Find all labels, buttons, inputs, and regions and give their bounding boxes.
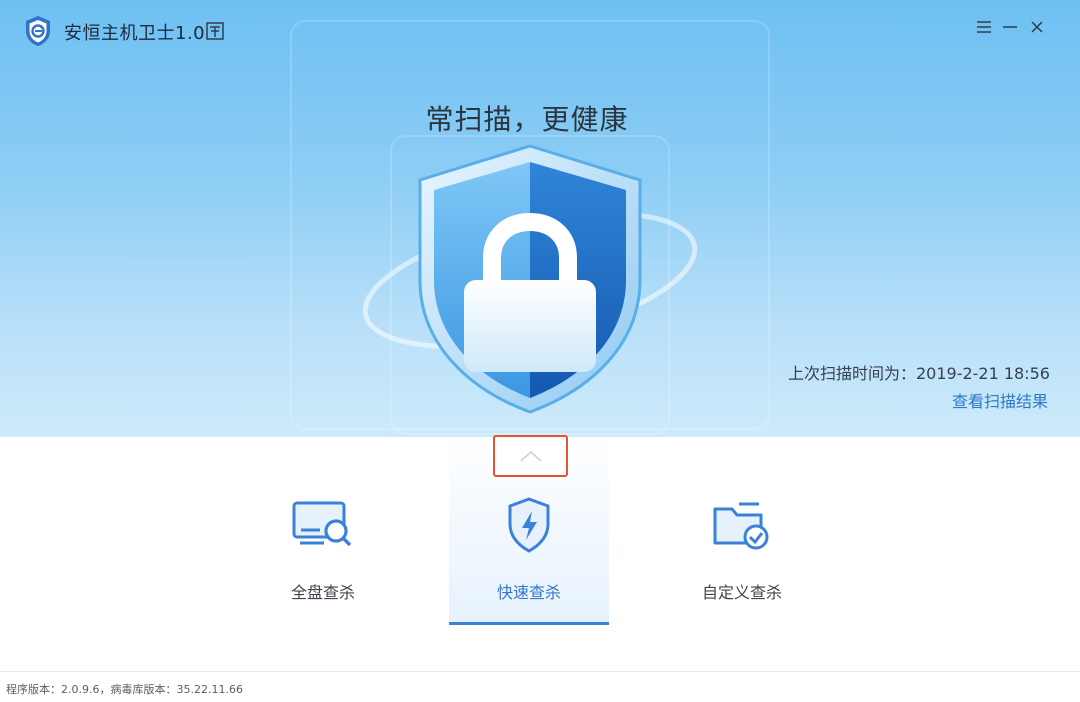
version-info: 程序版本：2.0.9.6，病毒库版本：35.22.11.66 [6, 683, 243, 696]
slogan-heading: 常扫描，更健康 [425, 103, 629, 136]
last-scan-time: 上次扫描时间为：2019-2-21 18:56 [787, 364, 1050, 383]
shield-lightning-icon [508, 497, 550, 553]
app-title: 安恒主机卫士1.0 [64, 23, 206, 44]
selected-tab-underline [449, 622, 609, 625]
menu-button[interactable] [973, 16, 995, 38]
minimize-button[interactable] [999, 16, 1021, 38]
chevron-up-icon [519, 450, 542, 462]
pin-icon[interactable] [205, 21, 225, 41]
minimize-icon [1003, 26, 1017, 28]
monitor-search-icon [292, 501, 352, 547]
close-icon [1031, 21, 1043, 33]
status-footer: 程序版本：2.0.9.6，病毒库版本：35.22.11.66 [0, 671, 1080, 702]
quick-scan-label: 快速查杀 [496, 583, 561, 602]
custom-scan-label: 自定义查杀 [701, 583, 782, 602]
hero-banner: 安恒主机卫士1.0 常扫描，更健康 上次扫描时间为：2019-2-21 18:5… [0, 0, 1080, 437]
view-scan-result-link[interactable]: 查看扫描结果 [952, 388, 1048, 412]
custom-scan-option[interactable]: 自定义查杀 [662, 437, 822, 625]
folder-check-icon [713, 502, 769, 550]
shield-lock-illustration [362, 144, 698, 414]
collapse-toggle-button[interactable] [493, 435, 568, 477]
close-button[interactable] [1026, 16, 1048, 38]
full-scan-option[interactable]: 全盘查杀 [243, 437, 403, 625]
title-bar: 安恒主机卫士1.0 [0, 0, 1080, 60]
menu-icon [977, 21, 991, 33]
full-scan-label: 全盘查杀 [290, 583, 355, 602]
app-logo-icon [26, 16, 50, 46]
